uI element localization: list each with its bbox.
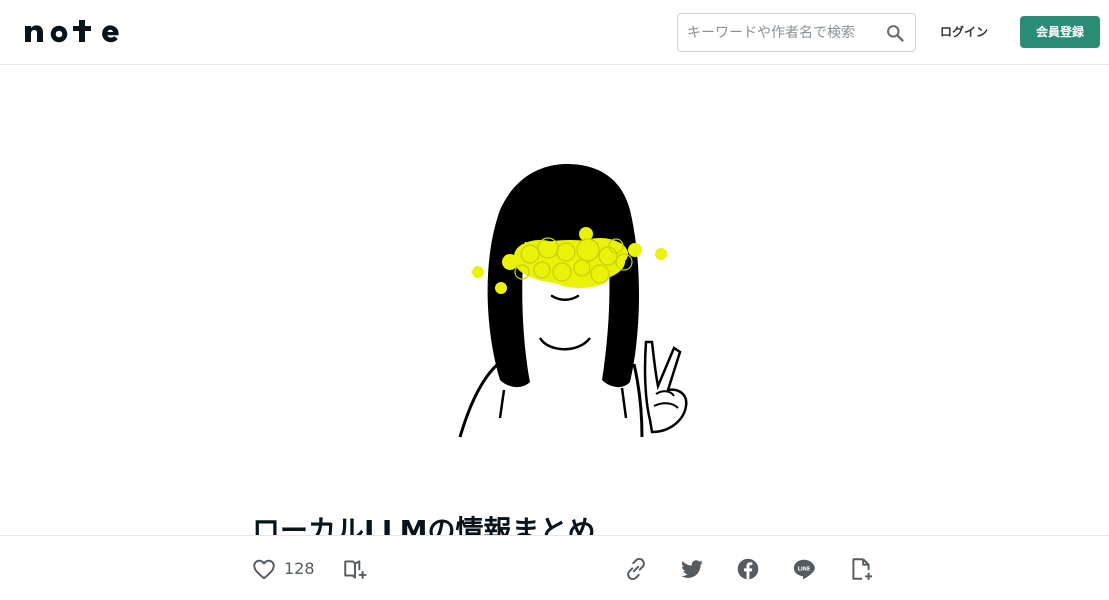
note-logo[interactable] bbox=[24, 19, 124, 45]
svg-text:LINE: LINE bbox=[798, 566, 811, 572]
hero-illustration bbox=[458, 164, 688, 438]
heart-icon[interactable] bbox=[251, 556, 277, 582]
twitter-icon[interactable] bbox=[679, 556, 705, 582]
like-count: 128 bbox=[284, 559, 315, 578]
login-button[interactable]: ログイン bbox=[932, 22, 996, 42]
article-action-bar: 128 LINE bbox=[0, 535, 1109, 600]
magazine-add-icon[interactable] bbox=[342, 556, 368, 582]
link-icon[interactable] bbox=[623, 556, 649, 582]
line-icon[interactable]: LINE bbox=[791, 556, 817, 582]
embed-icon[interactable] bbox=[848, 556, 874, 582]
signup-button[interactable]: 会員登録 bbox=[1020, 16, 1100, 48]
site-header: ログイン 会員登録 bbox=[0, 0, 1109, 65]
search-input[interactable] bbox=[678, 14, 878, 51]
search-box bbox=[677, 13, 916, 52]
search-icon[interactable] bbox=[885, 23, 905, 43]
facebook-icon[interactable] bbox=[735, 556, 761, 582]
